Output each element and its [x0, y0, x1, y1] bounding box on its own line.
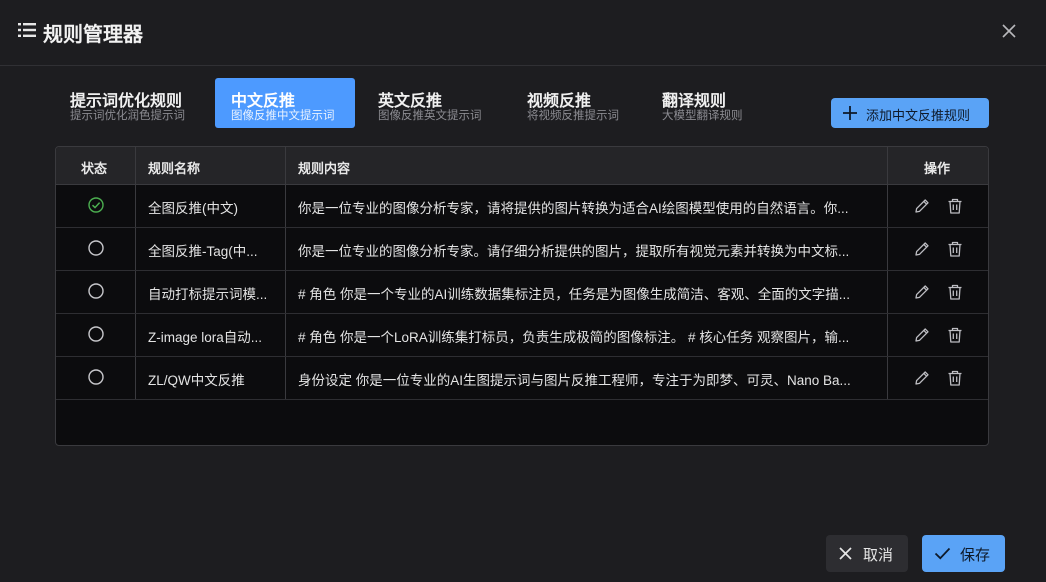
status-inactive-icon[interactable]: [88, 369, 104, 385]
tab-chinese-reverse[interactable]: 中文反推 图像反推中文提示词: [215, 78, 355, 128]
tab-translate-rules[interactable]: 翻译规则 大模型翻译规则: [662, 78, 762, 128]
tab-sublabel: 图像反推中文提示词: [231, 110, 335, 122]
check-icon: [934, 547, 951, 560]
rule-name: 全图反推(中文): [148, 201, 238, 216]
status-active-icon[interactable]: [88, 197, 104, 213]
rule-name: Z-image lora自动...: [148, 330, 263, 345]
x-icon: [839, 547, 852, 560]
trash-icon[interactable]: [946, 283, 964, 301]
rule-name: 全图反推-Tag(中...: [148, 244, 258, 259]
add-rule-button[interactable]: 添加中文反推规则: [831, 98, 989, 128]
tab-video-reverse[interactable]: 视频反推 将视频反推提示词: [527, 78, 637, 128]
table-row[interactable]: 全图反推-Tag(中... 你是一位专业的图像分析专家。请仔细分析提供的图片，提…: [56, 228, 988, 271]
rule-content: # 角色 你是一个LoRA训练集打标员，负责生成极简的图像标注。 # 核心任务 …: [298, 330, 850, 345]
rule-content: # 角色 你是一个专业的AI训练数据集标注员，任务是为图像生成简洁、客观、全面的…: [298, 287, 851, 302]
rule-name: ZL/QW中文反推: [148, 373, 245, 388]
rule-content: 你是一位专业的图像分析专家。请仔细分析提供的图片，提取所有视觉元素并转换为中文标…: [298, 244, 850, 259]
tab-sublabel: 将视频反推提示词: [527, 110, 619, 122]
cancel-button[interactable]: 取消: [826, 535, 908, 572]
table-row[interactable]: 全图反推(中文) 你是一位专业的图像分析专家，请将提供的图片转换为适合AI绘图模…: [56, 185, 988, 228]
column-status: 状态: [81, 161, 108, 176]
tab-sublabel: 图像反推英文提示词: [378, 110, 482, 122]
edit-icon[interactable]: [913, 240, 931, 258]
edit-icon[interactable]: [913, 283, 931, 301]
close-icon[interactable]: [998, 20, 1020, 42]
tab-sublabel: 大模型翻译规则: [662, 110, 743, 122]
dialog-header: 规则管理器: [0, 0, 1046, 66]
table-row[interactable]: 自动打标提示词模... # 角色 你是一个专业的AI训练数据集标注员，任务是为图…: [56, 271, 988, 314]
status-inactive-icon[interactable]: [88, 283, 104, 299]
dialog-title: 规则管理器: [43, 24, 143, 46]
save-label: 保存: [960, 547, 991, 564]
save-button[interactable]: 保存: [922, 535, 1005, 572]
table-row[interactable]: ZL/QW中文反推 身份设定 你是一位专业的AI生图提示词与图片反推工程师，专注…: [56, 357, 988, 400]
tab-english-reverse[interactable]: 英文反推 图像反推英文提示词: [378, 78, 498, 128]
column-name: 规则名称: [148, 161, 201, 176]
trash-icon[interactable]: [946, 240, 964, 258]
list-icon: [18, 23, 36, 37]
cancel-label: 取消: [863, 547, 894, 564]
status-inactive-icon[interactable]: [88, 326, 104, 342]
table-header: 状态 规则名称 规则内容 操作: [56, 147, 988, 185]
rules-table: 状态 规则名称 规则内容 操作 全图反推(中文) 你是一位专业的图像分析专家，请…: [55, 146, 989, 446]
trash-icon[interactable]: [946, 197, 964, 215]
edit-icon[interactable]: [913, 369, 931, 387]
edit-icon[interactable]: [913, 326, 931, 344]
add-rule-label: 添加中文反推规则: [866, 108, 971, 123]
trash-icon[interactable]: [946, 369, 964, 387]
status-inactive-icon[interactable]: [88, 240, 104, 256]
edit-icon[interactable]: [913, 197, 931, 215]
column-content: 规则内容: [298, 161, 351, 176]
rule-content: 身份设定 你是一位专业的AI生图提示词与图片反推工程师，专注于为即梦、可灵、Na…: [298, 373, 851, 388]
table-row[interactable]: Z-image lora自动... # 角色 你是一个LoRA训练集打标员，负责…: [56, 314, 988, 357]
tab-sublabel: 提示词优化润色提示词: [70, 110, 185, 122]
column-actions: 操作: [924, 161, 951, 176]
rule-content: 你是一位专业的图像分析专家，请将提供的图片转换为适合AI绘图模型使用的自然语言。…: [298, 201, 849, 216]
plus-icon: [843, 106, 857, 120]
trash-icon[interactable]: [946, 326, 964, 344]
rule-name: 自动打标提示词模...: [148, 287, 268, 302]
tab-prompt-optimize[interactable]: 提示词优化规则 提示词优化润色提示词: [70, 78, 200, 128]
